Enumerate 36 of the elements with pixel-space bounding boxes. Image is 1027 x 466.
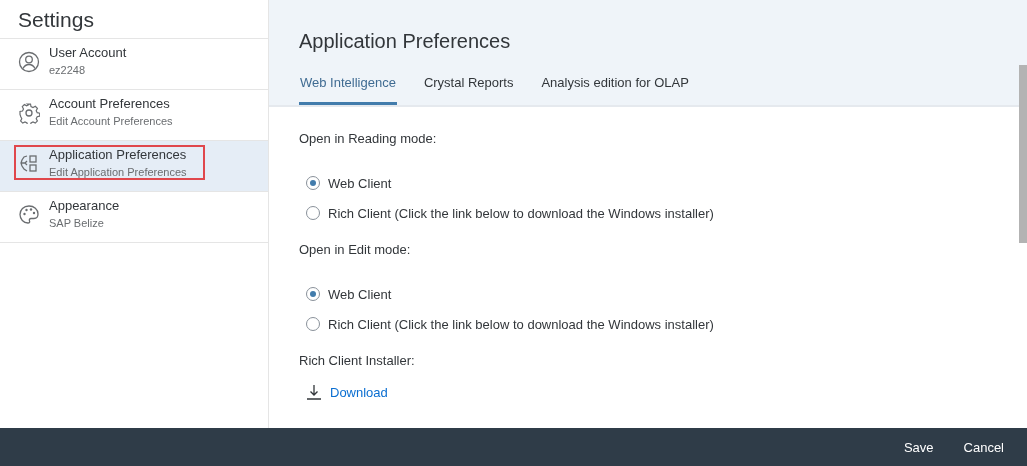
download-icon[interactable] <box>306 384 322 400</box>
palette-icon <box>18 204 40 226</box>
sidebar-item[interactable]: Appearance SAP Belize <box>0 192 268 243</box>
settings-icon <box>18 102 40 124</box>
option-label[interactable]: Web Client <box>328 286 392 302</box>
settings-title: Settings <box>0 0 268 39</box>
footer-button[interactable]: Save <box>890 433 947 461</box>
tab[interactable]: Analysis edition for OLAP <box>540 75 690 105</box>
installer-label: Rich Client Installer: <box>299 353 416 368</box>
group-label: Open in Reading mode: <box>299 131 438 146</box>
item-label: Appearance <box>49 198 120 213</box>
option-label[interactable]: Web Client <box>328 175 392 191</box>
radio-button[interactable] <box>306 287 320 301</box>
option-label[interactable]: Rich Client (Click the link below to download the Windows installer) <box>328 205 714 221</box>
item-sublabel: Edit Account Preferences <box>49 115 173 127</box>
radio-button[interactable] <box>306 206 320 220</box>
sidebar-item[interactable]: User Account ez2248 <box>0 39 268 90</box>
radio-button[interactable] <box>306 317 320 331</box>
item-label: Application Preferences <box>49 147 187 162</box>
item-sublabel: Edit Application Preferences <box>49 166 187 178</box>
scrollbar[interactable] <box>1019 65 1027 243</box>
item-sublabel: SAP Belize <box>49 217 105 229</box>
item-label: User Account <box>49 45 127 60</box>
user-icon <box>18 51 40 73</box>
group-label: Open in Edit mode: <box>299 242 412 257</box>
download-link[interactable]: Download <box>330 384 388 400</box>
sidebar-item[interactable]: Application Preferences Edit Application Preferences <box>0 141 268 192</box>
apps-icon <box>18 153 40 175</box>
tab[interactable]: Crystal Reports <box>422 75 515 105</box>
radio-button[interactable] <box>306 176 320 190</box>
tab[interactable]: Web Intelligence <box>299 75 397 105</box>
item-label: Account Preferences <box>49 96 171 111</box>
footer-button[interactable]: Cancel <box>950 433 1017 461</box>
item-sublabel: ez2248 <box>49 64 87 76</box>
option-label[interactable]: Rich Client (Click the link below to download the Windows installer) <box>328 316 714 332</box>
page-title: Application Preferences <box>299 30 512 53</box>
